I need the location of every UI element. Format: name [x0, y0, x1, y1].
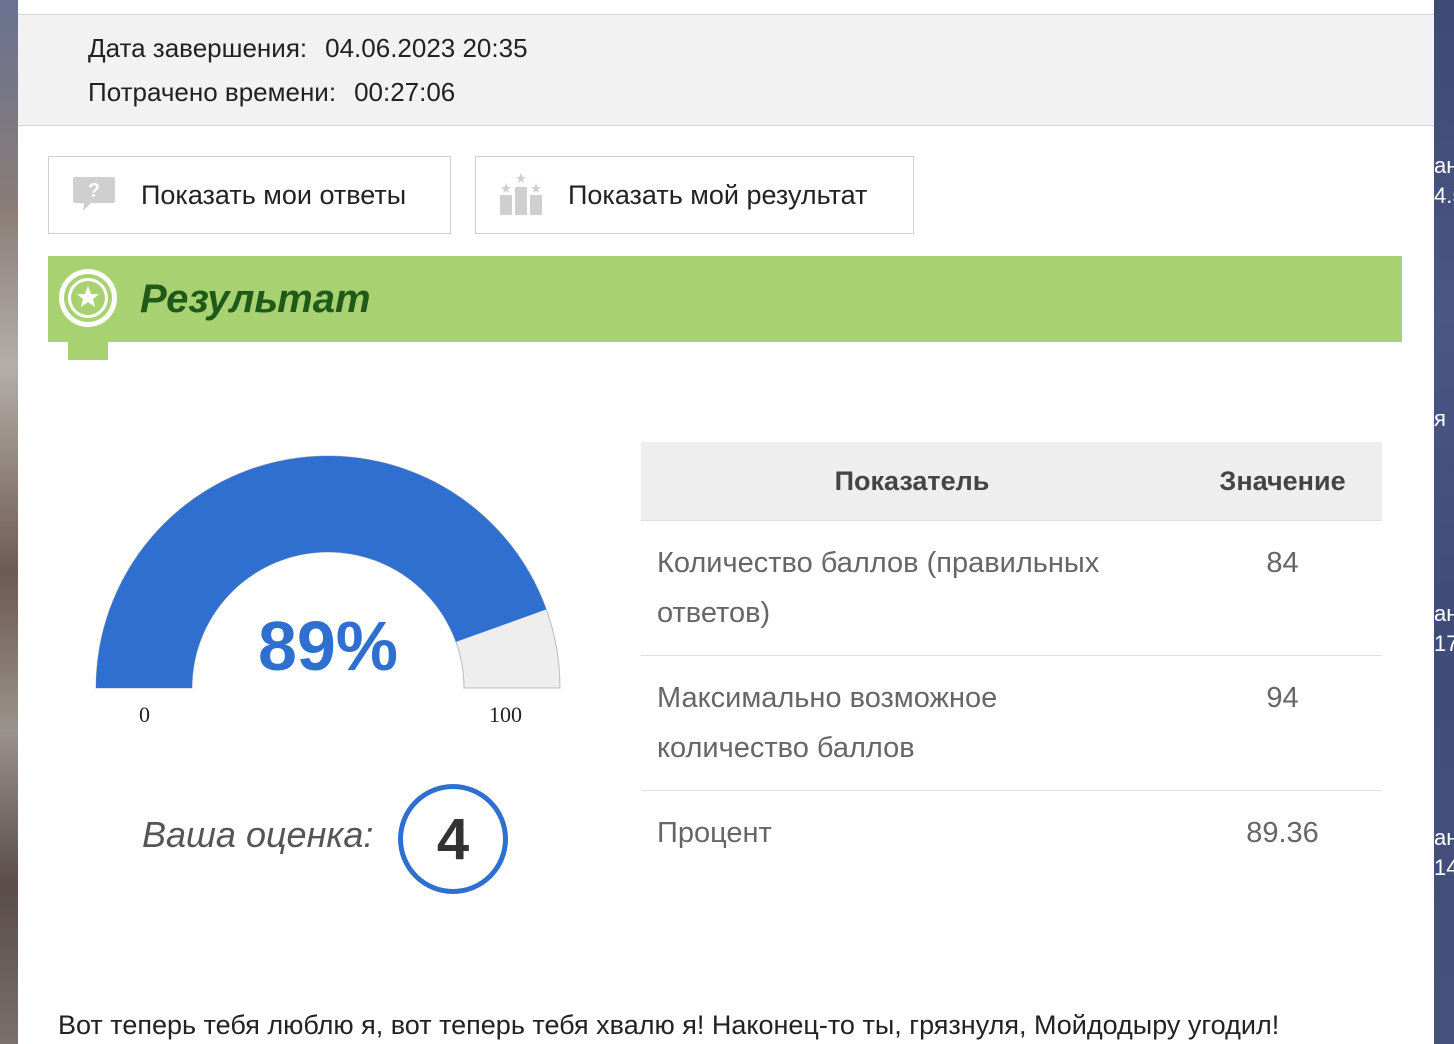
- completion-date-value: 04.06.2023 20:35: [325, 33, 528, 63]
- svg-text:?: ?: [88, 180, 100, 202]
- desktop-background-left: [0, 0, 18, 1044]
- row-indicator-line: количество баллов: [657, 732, 915, 764]
- row-indicator-line: ответов): [657, 597, 771, 629]
- background-text-fragment: 14: [1434, 855, 1454, 880]
- result-title: Результат: [140, 277, 371, 321]
- background-text-fragment: 4.5: [1434, 183, 1454, 208]
- gauge-percent: 89%: [257, 607, 399, 685]
- show-result-label: Показать мой результат: [568, 179, 868, 210]
- top-divider: [18, 0, 1434, 15]
- background-text-fragment: я: [1434, 406, 1446, 431]
- table-row: Максимально возможное количество баллов …: [641, 655, 1382, 791]
- gauge-max-label: 100: [489, 702, 522, 727]
- table-row: Процент 89.36: [641, 790, 1382, 875]
- row-indicator-line: Процент: [657, 817, 772, 849]
- time-spent: Потрачено времени: 00:27:06: [88, 77, 455, 108]
- podium-stars-icon: [498, 173, 544, 217]
- table-row: Количество баллов (правильных ответов) 8…: [641, 520, 1382, 656]
- completion-date-label: Дата завершения:: [88, 33, 308, 63]
- grade-badge: 4: [398, 784, 508, 894]
- result-banner: Результат: [48, 256, 1402, 360]
- row-indicator: Количество баллов (правильных ответов): [641, 520, 1183, 656]
- grade-value: 4: [436, 806, 470, 872]
- result-window: Дата завершения: 04.06.2023 20:35 Потраче…: [18, 0, 1434, 1044]
- row-indicator-line: Количество баллов (правильных: [657, 547, 1100, 579]
- question-bubble-icon: ?: [71, 175, 117, 215]
- desktop-background-right: ан 4.5 я ан 17 ан 14: [1434, 0, 1454, 1044]
- row-indicator: Максимально возможное количество баллов: [641, 655, 1183, 791]
- background-text-fragment: ан: [1434, 825, 1454, 850]
- results-table: Показатель Значение Количество баллов (п…: [641, 442, 1382, 875]
- background-text-fragment: ан: [1434, 601, 1454, 626]
- background-text-fragment: ан: [1434, 153, 1454, 178]
- result-message: Вот теперь тебя люблю я, вот теперь тебя…: [58, 1010, 1280, 1040]
- completion-date: Дата завершения: 04.06.2023 20:35: [88, 33, 528, 64]
- row-indicator: Процент: [641, 790, 1183, 875]
- gauge-min-label: 0: [139, 702, 150, 727]
- completion-info-panel: Дата завершения: 04.06.2023 20:35 Потраче…: [18, 15, 1434, 126]
- grade-label: Ваша оценка:: [142, 814, 374, 855]
- show-answers-button[interactable]: ? Показать мои ответы: [48, 156, 451, 234]
- time-spent-value: 00:27:06: [354, 77, 456, 107]
- show-result-button[interactable]: Показать мой результат: [475, 156, 914, 234]
- row-value: 89.36: [1183, 790, 1382, 875]
- table-header-row: Показатель Значение: [641, 442, 1382, 521]
- background-text-fragment: 17: [1434, 631, 1454, 656]
- row-value: 94: [1183, 655, 1382, 791]
- banner-ribbon-tail: [68, 342, 106, 360]
- row-value: 84: [1183, 520, 1382, 656]
- time-spent-label: Потрачено времени:: [88, 77, 337, 107]
- column-header-value: Значение: [1183, 442, 1382, 521]
- row-indicator-line: Максимально возможное: [657, 682, 998, 714]
- show-answers-label: Показать мои ответы: [141, 179, 407, 210]
- column-header-indicator: Показатель: [641, 442, 1183, 521]
